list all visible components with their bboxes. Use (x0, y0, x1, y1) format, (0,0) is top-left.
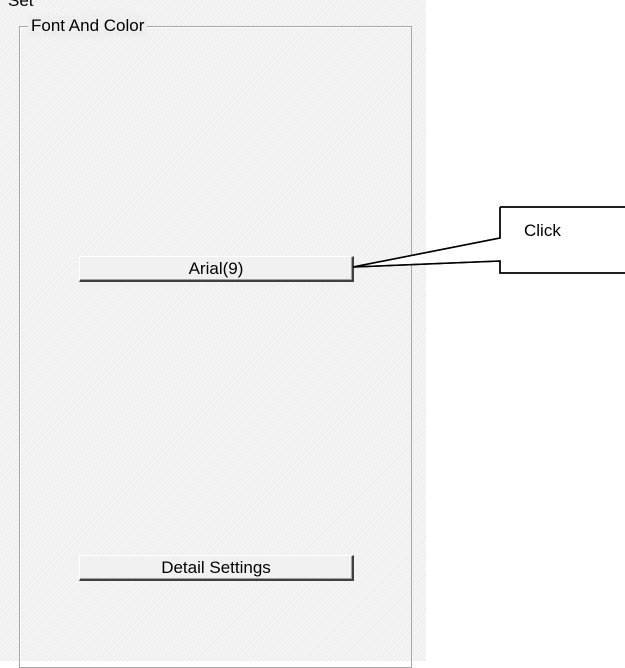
detail-settings-button[interactable]: Detail Settings (79, 555, 354, 581)
callout-fill (501, 208, 625, 272)
panel-title: Set (8, 0, 34, 10)
groupbox-title: Font And Color (28, 15, 148, 37)
callout-annotation (352, 206, 625, 274)
settings-panel: Set Font And Color Arial(9) Detail Setti… (0, 0, 426, 668)
callout-text: Click (524, 221, 561, 240)
font-select-button[interactable]: Arial(9) (79, 256, 354, 282)
